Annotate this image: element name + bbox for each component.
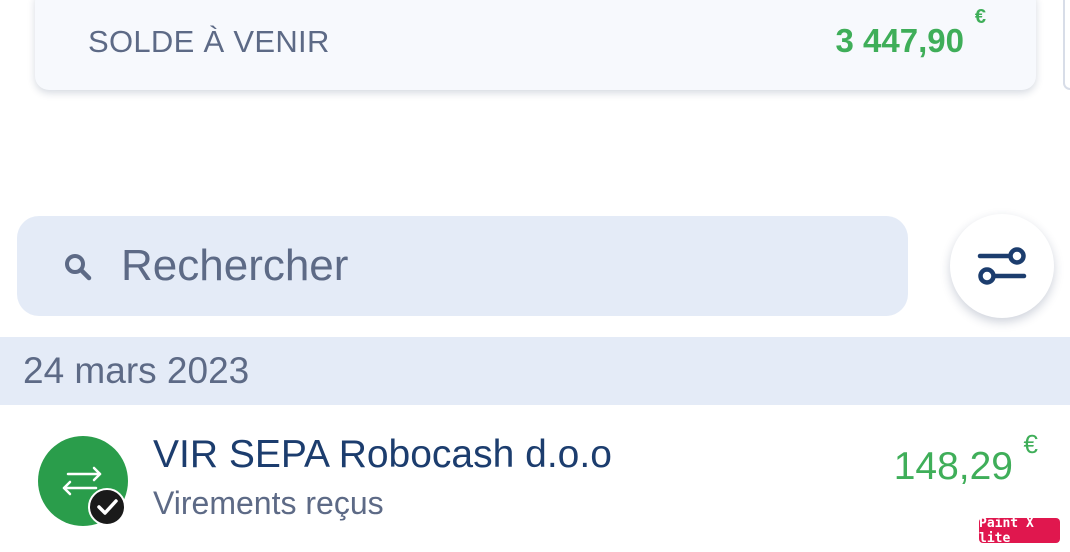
balance-amount: 3 447,90	[835, 22, 964, 59]
app-screen: SOLDE À VENIR 3 447,90 € 24 mars 2023	[0, 0, 1070, 552]
watermark-badge: Paint X lite	[979, 516, 1060, 546]
balance-label: SOLDE À VENIR	[88, 24, 330, 59]
transaction-category: Virements reçus	[153, 485, 384, 521]
search-bar[interactable]	[17, 216, 908, 316]
search-icon	[65, 254, 92, 281]
balance-card: SOLDE À VENIR 3 447,90 €	[35, 0, 1036, 90]
filter-button[interactable]	[950, 214, 1054, 318]
transaction-row[interactable]: VIR SEPA Robocash d.o.o Virements reçus …	[0, 405, 1070, 552]
transaction-title: VIR SEPA Robocash d.o.o	[153, 433, 612, 476]
status-check-badge	[88, 488, 126, 526]
transaction-currency: €	[1023, 429, 1038, 459]
date-label: 24 mars 2023	[23, 350, 250, 391]
sliders-icon	[977, 247, 1027, 285]
transaction-amount: 148,29	[893, 445, 1013, 488]
balance-currency: €	[974, 6, 986, 28]
date-section-header: 24 mars 2023	[0, 337, 1070, 405]
search-input[interactable]	[121, 234, 821, 298]
checkmark-icon	[97, 499, 118, 515]
adjacent-card-edge	[1063, 0, 1070, 90]
